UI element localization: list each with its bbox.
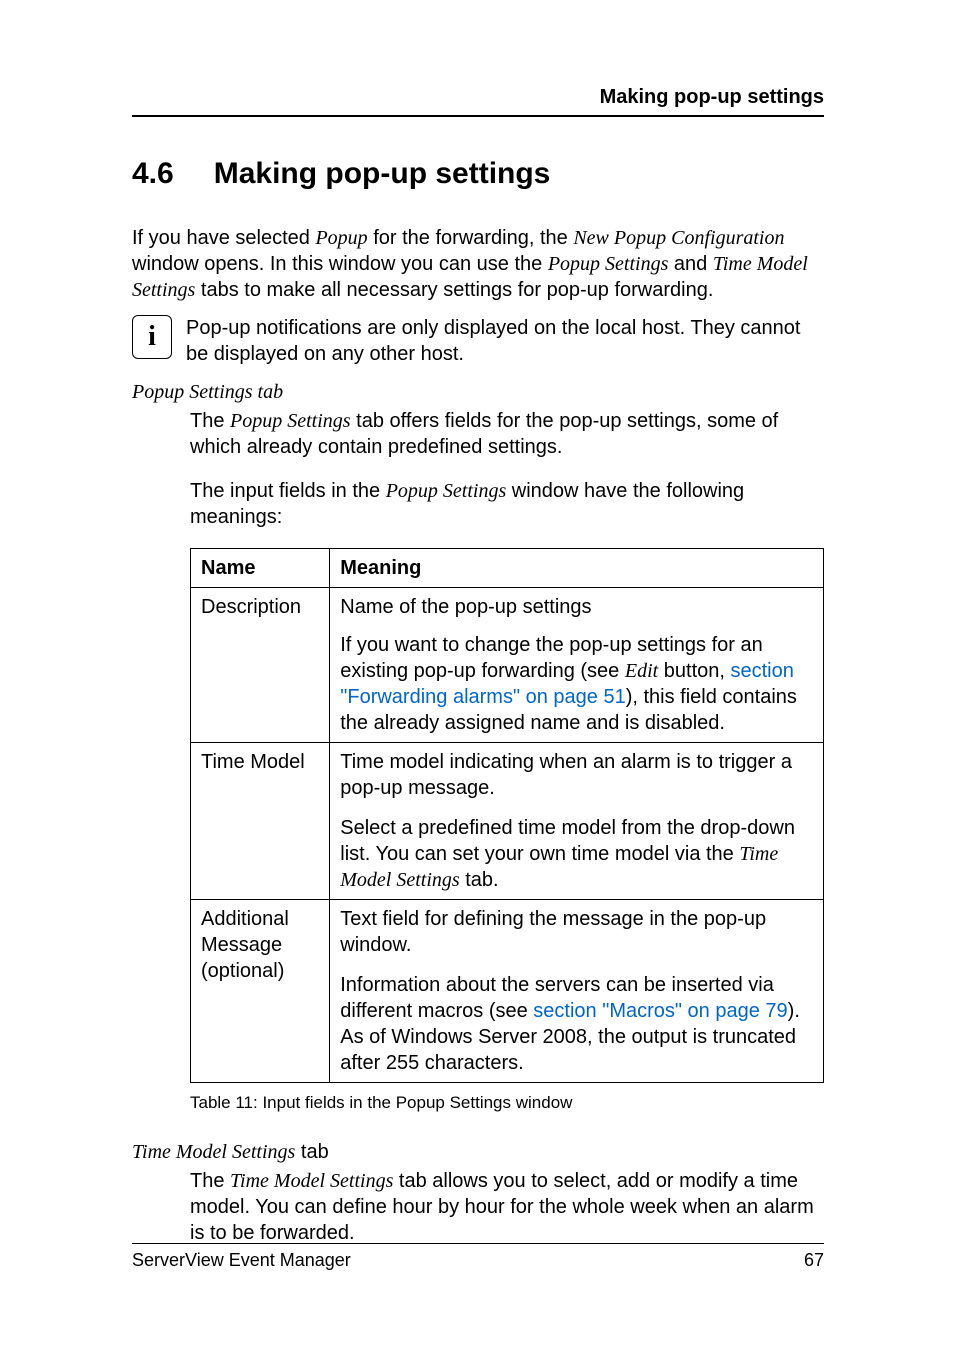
footer-page-number: 67 [804,1250,824,1271]
table-cell-meaning: Name of the pop-up settings [330,588,824,627]
running-header-text: Making pop-up settings [600,86,824,108]
table-header-row: Name Meaning [191,549,824,588]
table-header-meaning: Meaning [330,549,824,588]
table-cell-name: Description [191,588,330,627]
section-heading: 4.6 Making pop-up settings [132,157,824,191]
intro-paragraph: If you have selected Popup for the forwa… [132,225,824,303]
table-cell-meaning: Time model indicating when an alarm is t… [330,743,824,900]
info-note: i Pop-up notifications are only displaye… [132,315,824,367]
table-cell-meaning: If you want to change the pop-up setting… [330,626,824,743]
table-cell-name: Time Model [191,743,330,900]
info-icon: i [132,315,172,359]
macros-link[interactable]: section "Macros" on page 79 [533,1000,787,1022]
table-row: Time Model Time model indicating when an… [191,743,824,900]
footer-left: ServerView Event Manager [132,1250,351,1271]
table-caption: Table 11: Input fields in the Popup Sett… [190,1093,824,1113]
popup-tab-para1: The Popup Settings tab offers fields for… [190,408,824,460]
time-model-tab-para: The Time Model Settings tab allows you t… [190,1168,824,1246]
table-cell-name-cont [191,626,330,743]
popup-settings-tab-heading: Popup Settings tab [132,381,824,404]
time-model-tab-heading: Time Model Settings tab [132,1141,824,1164]
popup-tab-para2: The input fields in the Popup Settings w… [190,478,824,530]
table-row: If you want to change the pop-up setting… [191,626,824,743]
table-cell-name: Additional Message (optional) [191,900,330,1083]
page-running-header: Making pop-up settings [132,86,824,117]
table-header-name: Name [191,549,330,588]
section-title-text: Making pop-up settings [214,157,551,190]
info-note-text: Pop-up notifications are only displayed … [186,315,824,367]
section-number: 4.6 [132,157,174,191]
page-footer: ServerView Event Manager 67 [132,1243,824,1271]
table-row: Additional Message (optional) Text field… [191,900,824,1083]
table-cell-meaning: Text field for defining the message in t… [330,900,824,1083]
popup-settings-table: Name Meaning Description Name of the pop… [190,548,824,1083]
table-row: Description Name of the pop-up settings [191,588,824,627]
